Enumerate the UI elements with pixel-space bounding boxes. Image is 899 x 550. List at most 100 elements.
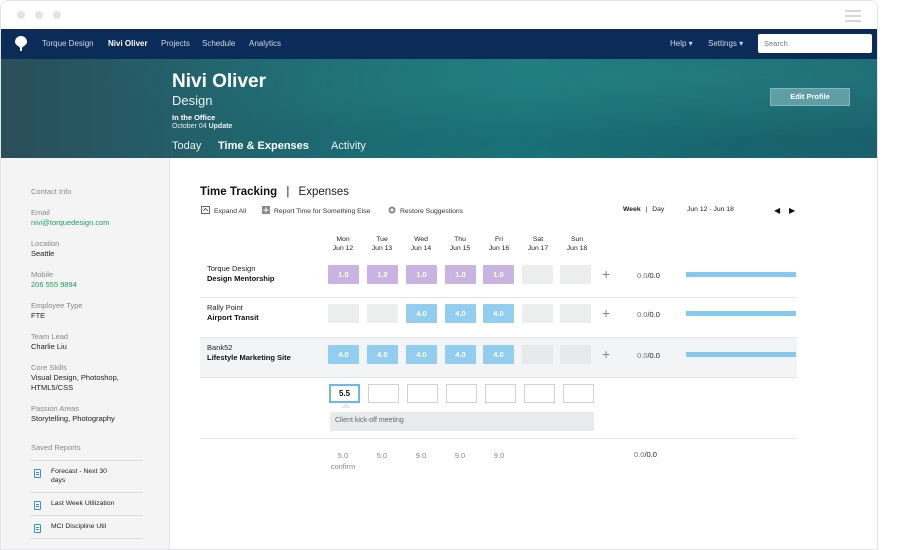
time-cell[interactable]: [560, 265, 591, 284]
total-done: 0.0: [637, 351, 648, 360]
add-entry-icon[interactable]: +: [602, 306, 610, 320]
time-cell[interactable]: 4.0: [406, 304, 437, 323]
time-cell[interactable]: 4.0: [445, 304, 476, 323]
new-entry-input-wed[interactable]: [407, 384, 438, 403]
core-skills-value-2: HTML5/CSS: [31, 383, 74, 392]
time-cell[interactable]: 4.0: [328, 345, 359, 364]
add-time-icon: [262, 206, 270, 214]
view-week-option[interactable]: Week: [623, 206, 641, 213]
passion-areas-value: Storytelling, Photography: [31, 414, 115, 423]
new-entry-input-thu[interactable]: [446, 384, 477, 403]
profile-update: October 04 Update: [172, 123, 232, 130]
confirm-link[interactable]: confirm: [331, 462, 356, 471]
report-time-button[interactable]: Report Time for Something Else: [262, 206, 370, 215]
expand-icon: [201, 206, 210, 214]
nav-settings-menu[interactable]: Settings ▾: [708, 39, 743, 48]
profile-department: Design: [172, 93, 213, 108]
project-label: Bank52 Lifestyle Marketing Site: [207, 343, 291, 363]
day-date: Jun 13: [371, 245, 393, 252]
email-link[interactable]: nivi@torquedesign.com: [31, 218, 110, 227]
client-name: Bank52: [207, 343, 233, 352]
nav-link-torque-design[interactable]: Torque Design: [42, 39, 94, 48]
view-day-option[interactable]: Day: [652, 206, 664, 213]
contact-info-heading: Contact Info: [31, 187, 72, 196]
client-name: Torque Design: [207, 264, 256, 273]
time-cell[interactable]: 4.0: [483, 304, 514, 323]
nav-link-analytics[interactable]: Analytics: [249, 39, 281, 48]
nav-link-nivi-oliver[interactable]: Nivi Oliver: [108, 39, 148, 48]
window-dot-close[interactable]: [17, 11, 25, 19]
expand-all-button[interactable]: Expand All: [201, 206, 246, 215]
total-planned: /0.0: [647, 310, 660, 319]
day-name: Wed: [414, 236, 428, 243]
time-cell[interactable]: 1.0: [445, 265, 476, 284]
time-cell[interactable]: 1.0: [367, 265, 398, 284]
new-entry-input-tue[interactable]: [368, 384, 399, 403]
app-logo-icon[interactable]: [15, 36, 27, 52]
tab-time-tracking[interactable]: Time Tracking: [200, 186, 277, 198]
date-range: Jun 12 - Jun 18: [687, 206, 734, 213]
day-total: 9.0: [454, 451, 466, 460]
saved-report-label: MCI Discipline Util: [51, 523, 107, 530]
search-input[interactable]: [758, 34, 872, 53]
saved-report-item[interactable]: Last Week Utilization: [31, 492, 143, 510]
saved-report-item[interactable]: MCI Discipline Util: [31, 515, 143, 533]
tab-activity[interactable]: Activity: [331, 140, 366, 152]
restore-suggestions-button[interactable]: Restore Suggestions: [388, 206, 463, 215]
edit-profile-button[interactable]: Edit Profile: [770, 88, 850, 106]
day-header: Fri Jun 16: [479, 235, 519, 253]
time-cell[interactable]: [560, 304, 591, 323]
nav-help-menu[interactable]: Help ▾: [670, 39, 693, 48]
time-cell[interactable]: 4.0: [406, 345, 437, 364]
day-total: 9.0: [493, 451, 505, 460]
update-label: Update: [208, 123, 233, 130]
view-switch: Week | Day: [623, 206, 664, 213]
time-cell[interactable]: 4.0: [367, 345, 398, 364]
new-entry-input-sat[interactable]: [524, 384, 555, 403]
add-entry-icon[interactable]: +: [602, 267, 610, 281]
mobile-link[interactable]: 206 555 9894: [31, 280, 77, 289]
time-cell[interactable]: [367, 304, 398, 323]
menu-icon[interactable]: [845, 10, 861, 25]
total-done: 0.0: [637, 310, 648, 319]
day-total-value: 5.0: [337, 451, 349, 460]
time-cell[interactable]: 1.0: [406, 265, 437, 284]
window-dot-minimize[interactable]: [35, 11, 43, 19]
new-entry-input-fri[interactable]: [485, 384, 516, 403]
tab-today[interactable]: Today: [172, 140, 201, 152]
add-entry-icon[interactable]: +: [602, 347, 610, 361]
profile-status: In the Office: [172, 113, 216, 122]
total-planned: /0.0: [647, 351, 660, 360]
mobile-label: Mobile: [31, 270, 54, 279]
nav-link-schedule[interactable]: Schedule: [202, 39, 235, 48]
saved-reports-divider: [31, 538, 143, 545]
time-cell[interactable]: [522, 304, 553, 323]
time-cell[interactable]: 1.0: [328, 265, 359, 284]
saved-report-item[interactable]: Forecast - Next 30 days: [31, 460, 143, 485]
tab-time-expenses[interactable]: Time & Expenses: [218, 140, 309, 152]
day-header: Mon Jun 12: [323, 235, 363, 253]
day-total: 9.0: [415, 451, 427, 460]
totals-divider: [200, 438, 797, 439]
row-total: 0.0/0.0: [637, 310, 660, 319]
time-cell[interactable]: [522, 265, 553, 284]
time-cell[interactable]: 1.0: [483, 265, 514, 284]
update-date: October 04: [172, 123, 207, 130]
time-cell[interactable]: 4.0: [483, 345, 514, 364]
time-cell[interactable]: [328, 304, 359, 323]
entry-note-field[interactable]: Client kick-off meeting: [330, 412, 594, 431]
prev-week-icon[interactable]: ◀: [774, 206, 780, 215]
time-cell[interactable]: [560, 345, 591, 364]
window-dot-maximize[interactable]: [53, 11, 61, 19]
saved-reports-heading: Saved Reports: [31, 443, 81, 452]
nav-link-projects[interactable]: Projects: [161, 39, 190, 48]
report-time-label: Report Time for Something Else: [274, 208, 371, 215]
next-week-icon[interactable]: ▶: [789, 206, 795, 215]
new-entry-input-sun[interactable]: [563, 384, 594, 403]
time-cell[interactable]: [522, 345, 553, 364]
day-name: Sun: [570, 236, 584, 243]
time-cell[interactable]: 4.0: [445, 345, 476, 364]
tab-expenses[interactable]: Expenses: [299, 186, 350, 198]
new-entry-input-mon[interactable]: 5.5: [329, 384, 360, 403]
day-date: Jun 17: [527, 245, 549, 252]
